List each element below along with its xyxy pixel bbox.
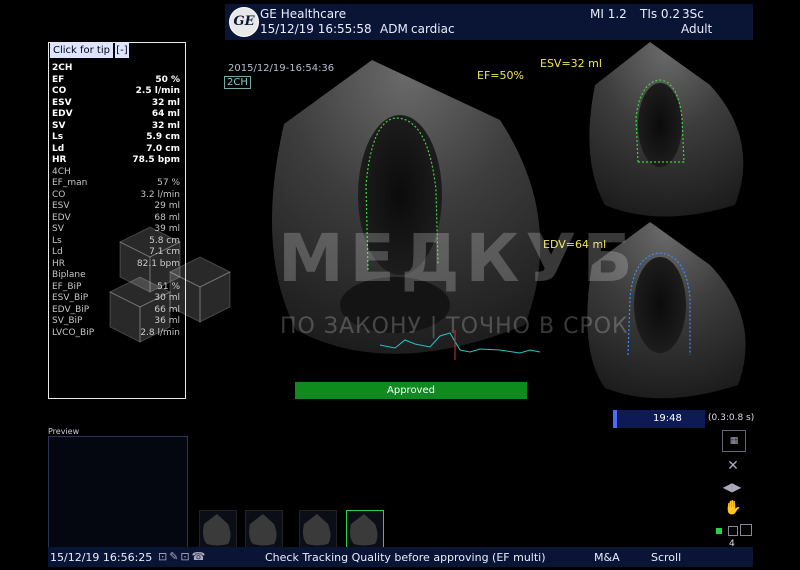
- image-timestamp: 2015/12/19-16:54:36: [228, 63, 335, 74]
- trackball-icon[interactable]: ✋: [723, 500, 743, 516]
- footer-datetime: 15/12/19 16:56:25: [50, 551, 153, 564]
- edv-cavity: [634, 257, 686, 353]
- watermark-logo-icon: [108, 226, 232, 343]
- tools-icon[interactable]: ✕: [723, 458, 743, 474]
- cine-range: (0.3:0.8 s): [708, 413, 755, 423]
- clip-thumbnail-selected[interactable]: [346, 510, 384, 548]
- watermark-subtitle: ПО ЗАКОНУ | ТОЧНО В СРОК: [280, 314, 629, 339]
- grid-icon[interactable]: ▦: [722, 430, 746, 452]
- status-dot-icon: [716, 528, 722, 534]
- status-icons: ⊡✎⊡☎: [158, 550, 208, 563]
- watermark-title: МЕДКУБ: [278, 220, 639, 297]
- esv-label: ESV=32 ml: [540, 57, 602, 70]
- cine-progress: [613, 410, 617, 428]
- ef-label: EF=50%: [477, 69, 524, 82]
- scroll-button[interactable]: Scroll: [651, 551, 681, 564]
- esv-cavity: [638, 83, 682, 167]
- ma-button[interactable]: M&A: [594, 551, 620, 564]
- cine-timer-bar[interactable]: 19:48: [613, 410, 705, 428]
- preview-label: Preview: [48, 427, 80, 436]
- status-message: Check Tracking Quality before approving …: [265, 551, 546, 564]
- view-label: 2CH: [224, 76, 251, 89]
- arrows-icon[interactable]: ◀▶: [717, 480, 747, 494]
- preview-panel[interactable]: [48, 436, 188, 548]
- clip-thumbnail[interactable]: [299, 510, 337, 548]
- cine-time: 19:48: [653, 413, 682, 424]
- page-box-icon[interactable]: [740, 524, 752, 536]
- approved-button[interactable]: Approved: [295, 382, 527, 399]
- clip-thumbnail[interactable]: [199, 510, 237, 548]
- page-box-icon[interactable]: [728, 526, 738, 536]
- clip-thumbnail[interactable]: [245, 510, 283, 548]
